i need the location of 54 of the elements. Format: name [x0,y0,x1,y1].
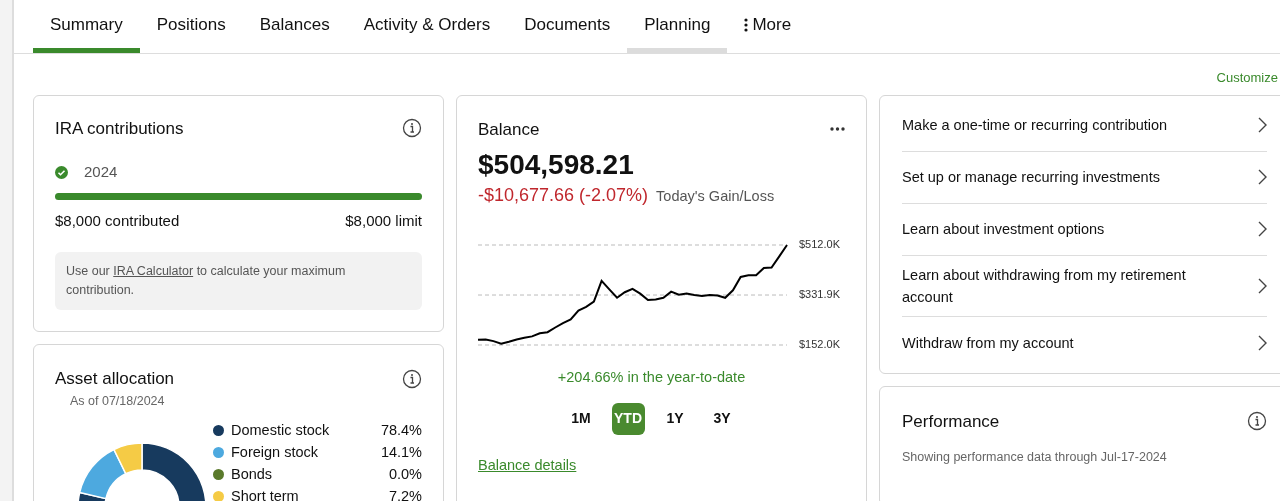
contributed-amount: $8,000 contributed [55,210,180,231]
legend-value: 78.4% [380,421,422,441]
range-button[interactable]: 1Y [658,402,692,435]
legend-label: Short term [231,487,300,501]
balance-amount: $504,598.21 [478,148,635,182]
info-icon[interactable] [402,118,422,139]
action-item[interactable]: Learn about investment options [902,203,1267,256]
balance-details-link[interactable]: Balance details [478,454,577,477]
note-text: Use our IRA Calculator to calculate your maximum contribution. [66,264,346,297]
year-label: 2024 [84,162,118,182]
legend-label: Domestic stock [231,421,331,441]
performance-subtitle: Showing performance data through Jul-17-2024 [902,449,1168,466]
range-button[interactable]: 1M [564,402,598,435]
action-item[interactable]: Withdraw from my account [902,316,1267,369]
limit-amount: $8,000 limit [345,210,422,231]
gain-loss-label: Today's Gain/Loss [656,187,775,206]
as-of-date: As of 07/18/2024 [69,392,166,410]
range-button[interactable]: 3Y [705,402,739,435]
tab[interactable]: Planning [627,0,728,53]
legend-label: Bonds [231,465,274,485]
y-axis-label: $152.0K [799,339,840,350]
y-axis-label: $331.9K [799,289,840,300]
chevron-right-icon [1258,277,1267,294]
tab[interactable]: Documents [507,0,628,53]
card-title: Asset allocation [55,368,175,390]
tab[interactable]: More [727,0,809,53]
action-item[interactable]: Learn about withdrawing from my retirement account [902,255,1267,317]
tab[interactable]: Balances [242,0,347,53]
legend-label: Foreign stock [231,443,320,463]
customize-link[interactable]: Customize [1216,68,1278,88]
ytd-change: +204.66% in the year-to-date [556,368,747,387]
y-axis-label: $512.0K [799,239,840,250]
calculator-link[interactable]: IRA Calculator [113,264,194,278]
gain-loss-value: -$10,677.66 (-2.07%) [478,184,649,207]
legend-value: 0.0% [388,465,422,485]
chevron-right-icon [1258,117,1267,133]
tab[interactable]: Summary [33,0,140,53]
legend-value: 7.2% [388,487,422,501]
action-item[interactable]: Set up or manage recurring investments [902,151,1267,204]
more-vertical-icon [744,18,749,32]
card-title: IRA contributions [55,117,184,140]
chevron-right-icon [1258,221,1267,237]
range-button[interactable]: YTD [611,402,645,435]
tab[interactable]: Positions [139,0,243,53]
more-horizontal-icon[interactable] [830,127,845,132]
card-title: Balance [478,118,540,141]
info-icon[interactable] [1247,411,1267,432]
legend-value: 14.1% [380,443,422,463]
info-icon[interactable] [402,368,422,389]
tab[interactable]: Activity & Orders [346,0,508,53]
action-item[interactable]: Make a one-time or recurring contribution [902,99,1267,152]
card-title: Performance [902,410,1000,433]
chevron-right-icon [1258,334,1267,351]
chevron-right-icon [1258,169,1267,185]
